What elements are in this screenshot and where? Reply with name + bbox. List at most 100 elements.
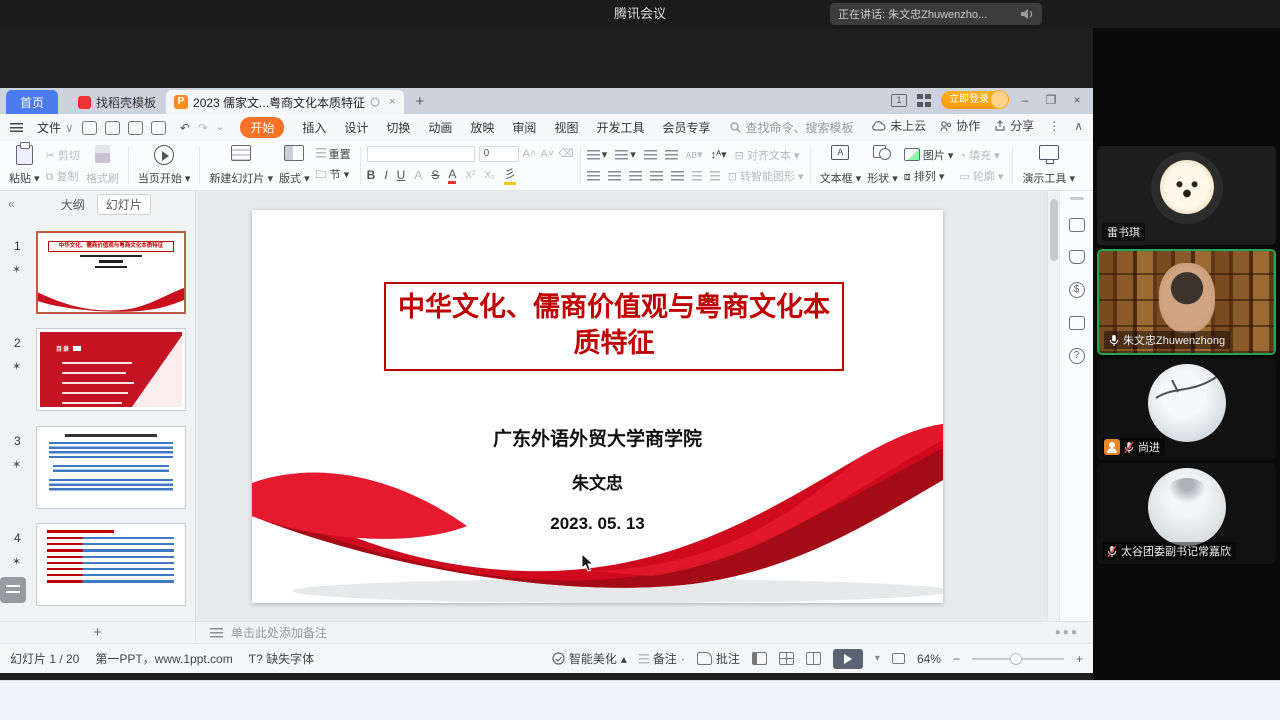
restore-button[interactable]: ❐ [1043,93,1059,107]
collaborate-button[interactable]: 协作 [940,117,980,134]
slide-thumbnail-1[interactable]: 中华文化、儒商价值观与粤商文化本质特征 [36,231,186,314]
cut-button[interactable]: ✂ 剪切 [46,147,80,163]
vertical-scrollbar[interactable] [1047,191,1059,621]
add-slide-button[interactable]: + [0,624,196,641]
clear-format-icon[interactable]: ⌫ [558,147,574,160]
menu-start[interactable]: 开始 [240,117,284,138]
more-menu-icon[interactable]: ⋮ [1048,119,1060,133]
notes-placeholder[interactable]: 单击此处添加备注 [231,624,327,641]
section-button[interactable]: 🗀 节 ▾ [316,166,351,185]
superscript-button[interactable]: X² [465,170,475,181]
reset-button[interactable]: 重置 [316,146,351,162]
menu-view[interactable]: 视图 [554,119,578,136]
participant-tile-active-speaker[interactable]: 朱文忠Zhuwenzhong [1097,249,1276,355]
align-center-icon[interactable] [608,171,621,181]
screen-record-icon[interactable] [1069,316,1085,330]
collapse-ribbon-icon[interactable]: ∧ [1074,119,1083,133]
strike-button[interactable]: S [431,168,439,182]
hamburger-icon[interactable] [10,123,23,132]
underline-button[interactable]: U [397,168,406,182]
highlight-button[interactable]: 彡 [504,165,516,185]
print-icon[interactable] [128,121,143,135]
increase-indent-icon[interactable] [665,150,678,160]
panel-drag-handle[interactable] [1070,197,1084,200]
slide-thumbnail-2[interactable]: 目录 [36,328,186,411]
ai-beautify-button[interactable]: 智能美化 ▴ [552,650,627,667]
export-icon[interactable] [105,121,120,135]
participant-tile[interactable]: 太谷团委副书记常嘉欣 [1097,463,1276,564]
slide-thumbnail-3[interactable] [36,426,186,509]
bullet-list-icon[interactable] [587,150,600,160]
presentation-tools-button[interactable]: 演示工具 ▾ [1019,144,1078,187]
menu-animation[interactable]: 动画 [428,119,452,136]
arrange-button[interactable]: ⧈ 排列 ▾ [904,168,954,184]
tab-close-icon[interactable]: × [389,96,395,108]
increase-font-icon[interactable]: A˄ [523,148,537,160]
slide-sorter-icon[interactable] [779,652,794,665]
slide-thumbnail-4[interactable] [36,523,186,606]
column-icon[interactable] [692,171,702,181]
line-spacing-icon[interactable]: ↕ᴬ▾ [711,148,727,161]
menu-review[interactable]: 审阅 [512,119,536,136]
menu-insert[interactable]: 插入 [302,119,326,136]
command-search[interactable]: 查找命令、搜索模板 [730,119,853,136]
decrease-font-icon[interactable]: A˅ [540,148,554,160]
zoom-level[interactable]: 64% [917,652,941,666]
format-painter-button[interactable]: 格式刷 [83,144,122,187]
align-text-button[interactable]: ⊟ 对齐文本 ▾ [735,147,800,163]
notes-toggle-button[interactable]: 备注 · [639,650,685,667]
menu-member[interactable]: 会员专享 [662,119,710,136]
italic-button[interactable]: I [384,168,387,182]
comment-button[interactable]: 批注 [697,650,740,667]
zoom-plus[interactable]: + [1076,652,1083,666]
menu-slideshow[interactable]: 放映 [470,119,494,136]
font-color-button[interactable]: A [448,167,456,184]
split-view-icon[interactable]: 1 [891,94,907,107]
menu-devtools[interactable]: 开发工具 [596,119,644,136]
tab-docer-templates[interactable]: 找稻壳模板 [68,90,166,114]
tab-document[interactable]: P 2023 儒家文...粤商文化本质特征 × [166,90,403,114]
zoom-minus[interactable]: − [953,652,960,666]
decrease-indent-icon[interactable] [644,150,657,160]
slide-title[interactable]: 中华文化、儒商价值观与粤商文化本质特征 [384,282,844,371]
scrollbar-thumb[interactable] [1050,199,1058,261]
bold-button[interactable]: B [367,168,376,182]
font-family-select[interactable] [367,146,475,162]
participant-tile[interactable]: 尚进 [1097,358,1276,460]
print-preview-icon[interactable] [151,121,166,135]
play-options-caret[interactable]: ▾ [875,653,880,664]
number-list-icon[interactable] [615,150,628,160]
close-button[interactable]: × [1069,93,1085,107]
font-size-select[interactable]: 0 [479,146,519,162]
template-store-icon[interactable] [1069,250,1085,264]
shapes-button[interactable]: 形状 ▾ [864,144,901,187]
speaking-indicator[interactable]: 正在讲话: 朱文忠Zhuwenzho... [830,3,1042,25]
cloud-status[interactable]: 未上云 [871,117,926,134]
align-right-icon[interactable] [629,171,642,181]
outline-button[interactable]: ▭ 轮廓 ▾ [959,168,1003,184]
slideshow-play-button[interactable] [833,649,863,669]
slide-editor[interactable]: 中华文化、儒商价值观与粤商文化本质特征 广东外语外贸大学商学院 朱文忠 2023… [252,210,943,603]
zoom-slider[interactable] [972,658,1064,660]
subscript-button[interactable]: X₂ [484,170,495,181]
page-nav-widget[interactable] [0,577,26,603]
share-button[interactable]: 分享 [994,117,1034,134]
text-direction-icon[interactable]: ᴀʙ▾ [686,148,703,161]
paragraph-more-icon[interactable] [710,171,720,181]
distribute-icon[interactable] [671,171,684,181]
textbox-button[interactable]: A 文本框 ▾ [817,144,865,187]
tab-home[interactable]: 首页 [6,90,58,114]
menu-transition[interactable]: 切换 [386,119,410,136]
quickbar-caret[interactable]: ⌄ [216,122,224,133]
collapse-panel-icon[interactable]: « [8,197,15,211]
fit-page-icon[interactable] [892,653,905,664]
missing-font-warning[interactable]: Ƭ? 缺失字体 [249,650,314,667]
align-left-icon[interactable] [587,171,600,181]
file-menu[interactable]: 文件 [37,119,61,136]
picture-button[interactable]: 图片 ▾ [904,147,954,163]
slide-canvas[interactable]: 中华文化、儒商价值观与粤商文化本质特征 广东外语外贸大学商学院 朱文忠 2023… [196,191,1047,621]
coupon-icon[interactable]: $ [1069,282,1085,298]
minimize-button[interactable]: – [1017,93,1033,107]
new-tab-button[interactable]: + [416,93,425,110]
login-button[interactable]: 立即登录 [941,91,1007,109]
